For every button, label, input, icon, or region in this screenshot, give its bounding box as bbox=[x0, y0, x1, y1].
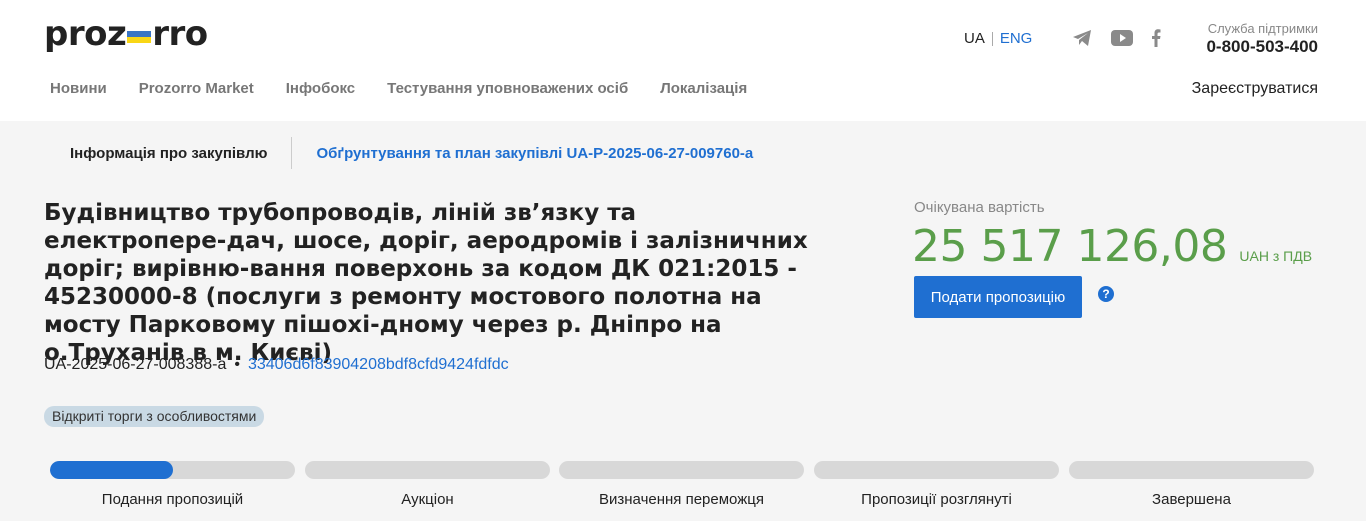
stage-fill-1 bbox=[50, 461, 173, 479]
tab-divider bbox=[291, 137, 293, 169]
nav-item-testing[interactable]: Тестування уповноважених осіб bbox=[387, 80, 628, 97]
stage-progress-5 bbox=[1069, 461, 1314, 479]
logo-text-right: rro bbox=[152, 14, 208, 54]
support-phone[interactable]: 0-800-503-400 bbox=[1206, 37, 1318, 57]
support-block: Служба підтримки 0-800-503-400 bbox=[1206, 21, 1318, 57]
expected-value: 25 517 126,08 UAH з ПДВ bbox=[912, 221, 1312, 272]
stage-label-auction: Аукціон bbox=[401, 491, 454, 508]
tender-id: UA-2025-06-27-008388-a bbox=[44, 356, 227, 373]
lang-ua[interactable]: UA bbox=[964, 30, 985, 47]
site-header: proz rro UA ENG Служба підтримки 0-800-5… bbox=[0, 0, 1366, 121]
stage-label-submission: Подання пропозицій bbox=[101, 491, 244, 508]
prozorro-logo[interactable]: proz rro bbox=[44, 14, 208, 54]
tab-procurement-info[interactable]: Інформація про закупівлю bbox=[70, 145, 267, 162]
tender-main: Інформація про закупівлю Обґрунтування т… bbox=[0, 121, 1366, 521]
tender-title: Будівництво трубопроводів, ліній зв’язку… bbox=[44, 200, 808, 366]
tender-hash-link[interactable]: 33406d6f83904208bdf8cfd9424fdfdc bbox=[248, 356, 509, 374]
nav-item-market[interactable]: Prozorro Market bbox=[139, 80, 254, 97]
youtube-icon[interactable] bbox=[1111, 28, 1133, 48]
register-link[interactable]: Зареєструватися bbox=[1192, 80, 1318, 98]
logo-flag bbox=[127, 31, 152, 43]
nav-item-news[interactable]: Новини bbox=[50, 80, 107, 97]
nav-item-localization[interactable]: Локалізація bbox=[660, 80, 747, 97]
stage-progress-3 bbox=[559, 461, 804, 479]
main-nav: Новини Prozorro Market Інфобокс Тестуван… bbox=[50, 80, 779, 97]
stage-progress-4 bbox=[814, 461, 1059, 479]
price-currency: UAH з ПДВ bbox=[1239, 248, 1313, 264]
tab-plan-link[interactable]: Обґрунтування та план закупівлі UA-P-202… bbox=[316, 145, 753, 162]
language-switcher: UA ENG bbox=[964, 30, 1032, 47]
submit-proposal-button[interactable]: Подати пропозицію bbox=[914, 276, 1082, 318]
stage-label-reviewed: Пропозиції розглянуті bbox=[861, 491, 1012, 508]
id-separator: • bbox=[234, 356, 240, 373]
stage-progress-1 bbox=[50, 461, 295, 479]
tender-ids: UA-2025-06-27-008388-a • 33406d6f8390420… bbox=[44, 356, 509, 374]
lang-eng[interactable]: ENG bbox=[1000, 30, 1033, 47]
facebook-icon[interactable] bbox=[1145, 28, 1167, 48]
tender-tabs: Інформація про закупівлю Обґрунтування т… bbox=[70, 137, 753, 169]
help-icon[interactable]: ? bbox=[1098, 286, 1114, 302]
nav-item-infobox[interactable]: Інфобокс bbox=[286, 80, 355, 97]
stage-label-winner: Визначення переможця bbox=[599, 491, 764, 508]
lang-divider bbox=[991, 31, 993, 46]
logo-text-left: proz bbox=[44, 14, 127, 54]
stage-progress-2 bbox=[305, 461, 550, 479]
support-label: Служба підтримки bbox=[1207, 21, 1318, 36]
expected-value-label: Очікувана вартість bbox=[914, 199, 1045, 216]
telegram-icon[interactable] bbox=[1071, 28, 1093, 48]
price-amount: 25 517 126,08 bbox=[912, 221, 1228, 272]
stage-label-completed: Завершена bbox=[1152, 491, 1231, 508]
procedure-type-badge: Відкриті торги з особливостями bbox=[44, 406, 265, 427]
